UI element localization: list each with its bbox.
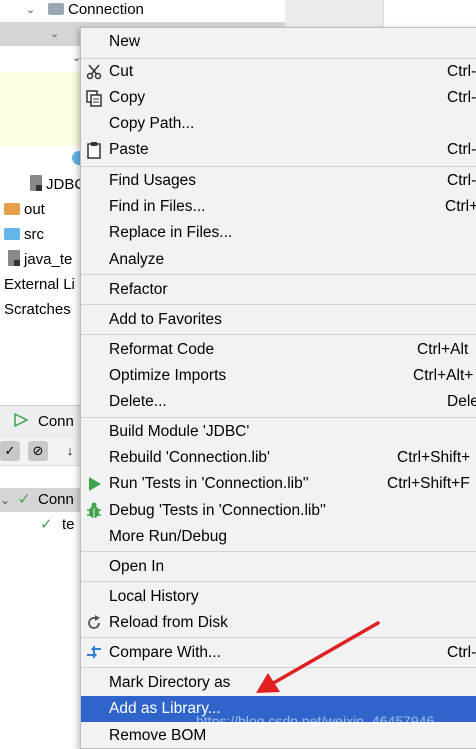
annotation-arrow [256, 621, 380, 693]
